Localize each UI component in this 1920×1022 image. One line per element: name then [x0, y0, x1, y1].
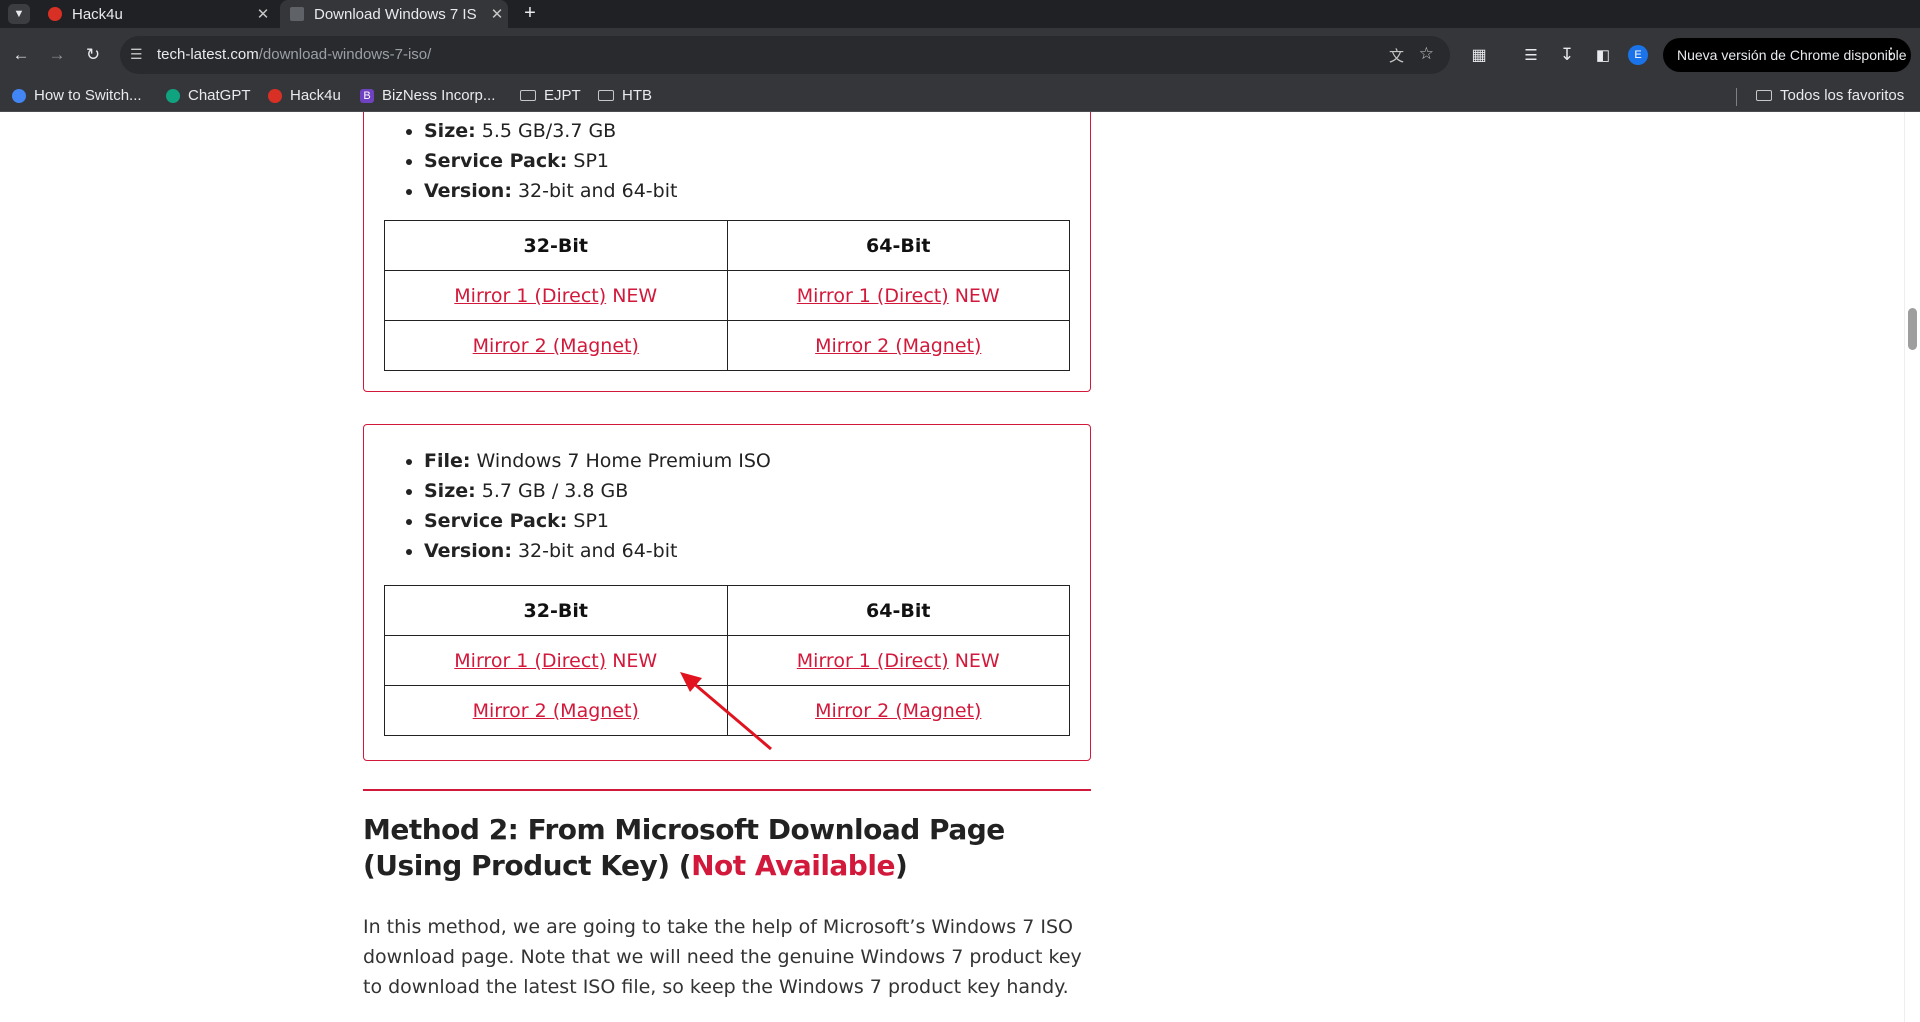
all-bookmarks-folder[interactable]: Todos los favoritos: [1756, 87, 1904, 104]
bookmark-chatgpt[interactable]: ChatGPT: [166, 87, 251, 104]
address-bar[interactable]: ☰ tech-latest.com/download-windows-7-iso…: [120, 36, 1450, 74]
arrow-shaft: [691, 680, 772, 751]
download-icon[interactable]: ↧: [1552, 40, 1582, 70]
bookmark-bizness[interactable]: B BizNess Incorp...: [360, 87, 495, 104]
tab-strip: ▼ Hack4u ✕ Download Windows 7 IS ✕ +: [0, 0, 1920, 28]
forward-arrow-icon[interactable]: →: [42, 40, 72, 70]
bookmark-hack4u[interactable]: Hack4u: [268, 87, 341, 104]
bookmark-folder-htb[interactable]: HTB: [598, 87, 652, 104]
bookmark-label: How to Switch...: [34, 87, 142, 104]
bookmark-label: BizNess Incorp...: [382, 87, 496, 104]
bookmarks-bar: How to Switch... ChatGPT Hack4u B BizNes…: [0, 82, 1920, 112]
bookmark-label: ChatGPT: [188, 87, 251, 104]
translate-icon[interactable]: 文: [1389, 45, 1404, 66]
hack4u-favicon-icon: [48, 7, 62, 21]
site-info-icon[interactable]: ☰: [130, 46, 143, 63]
new-tab-plus-icon[interactable]: +: [518, 1, 542, 25]
site-favicon-icon: [290, 7, 304, 21]
bookmark-label: EJPT: [544, 87, 581, 104]
update-button-label: Nueva versión de Chrome disponible: [1677, 47, 1907, 63]
folder-icon: [520, 90, 536, 101]
tab-search-chevron-icon[interactable]: ▼: [8, 4, 30, 24]
profile-avatar[interactable]: E: [1628, 45, 1648, 65]
bizness-icon: B: [360, 88, 374, 103]
scrollbar-thumb[interactable]: [1908, 308, 1917, 350]
bookmark-star-icon[interactable]: ☆: [1419, 44, 1434, 64]
page-content: Size: 5.5 GB/3.7 GB Service Pack: SP1 Ve…: [0, 112, 1904, 1022]
side-panel-icon[interactable]: ◧: [1588, 40, 1618, 70]
folder-icon: [598, 90, 614, 101]
tab-title: Hack4u: [72, 5, 123, 23]
bookmark-favicon-icon: [12, 88, 26, 103]
more-menu-icon[interactable]: ⋮: [1883, 44, 1899, 64]
reload-icon[interactable]: ↻: [78, 40, 108, 70]
bookmark-label: HTB: [622, 87, 652, 104]
annotation-arrow-icon: [680, 672, 772, 751]
folder-icon: [1756, 90, 1772, 101]
bookmark-folder-ejpt[interactable]: EJPT: [520, 87, 581, 104]
tab-download-windows[interactable]: Download Windows 7 IS ✕: [280, 0, 508, 28]
extensions-puzzle-icon[interactable]: ▦: [1464, 40, 1494, 70]
chatgpt-icon: [166, 88, 180, 103]
close-tab-icon[interactable]: ✕: [252, 5, 274, 23]
url-host: tech-latest.com: [157, 46, 259, 63]
url-text[interactable]: tech-latest.com/download-windows-7-iso/: [157, 46, 431, 63]
bookmark-how-to-switch[interactable]: How to Switch...: [12, 87, 142, 104]
hack4u-icon: [268, 88, 282, 103]
url-path: /download-windows-7-iso/: [258, 46, 432, 63]
bookmarks-separator: [1736, 88, 1737, 106]
close-tab-icon[interactable]: ✕: [486, 5, 508, 23]
browser-toolbar: ← → ↻ ☰ tech-latest.com/download-windows…: [0, 28, 1920, 82]
tab-title: Download Windows 7 IS: [314, 5, 477, 23]
back-arrow-icon[interactable]: ←: [6, 40, 36, 70]
bookmark-label: Todos los favoritos: [1780, 87, 1905, 104]
media-queue-icon[interactable]: ☰: [1516, 40, 1546, 70]
bookmark-label: Hack4u: [290, 87, 341, 104]
tab-hack4u[interactable]: Hack4u ✕: [38, 0, 274, 28]
chrome-update-button[interactable]: Nueva versión de Chrome disponible ⋮: [1663, 38, 1911, 72]
page-scrollbar[interactable]: [1904, 112, 1920, 1022]
